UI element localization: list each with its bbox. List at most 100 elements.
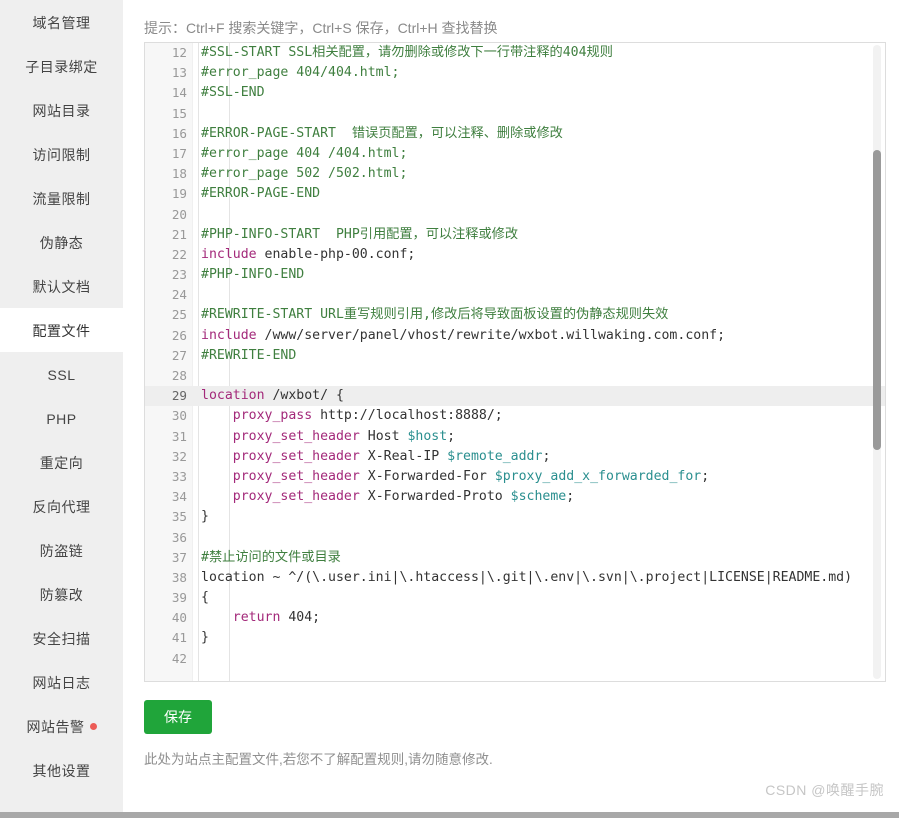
- code-line[interactable]: 30 proxy_pass http://localhost:8888/;: [145, 406, 885, 426]
- line-number: 40: [171, 610, 187, 626]
- code-line[interactable]: 27 #REWRITE-END: [145, 346, 885, 366]
- code-token-txt: X-Forwarded-Proto: [359, 489, 511, 505]
- code-line[interactable]: 33 proxy_set_header X-Forwarded-For $pro…: [145, 467, 885, 487]
- line-number: 35: [171, 509, 187, 525]
- scrollbar-thumb[interactable]: [873, 150, 881, 450]
- config-file-editor[interactable]: 12 #SSL-START SSL相关配置，请勿删除或修改下一行带注释的404规则…: [144, 42, 886, 682]
- line-number: 20: [171, 206, 187, 222]
- code-token-txt: ;: [701, 468, 710, 484]
- code-token-var: $proxy_add_x_forwarded_for: [494, 468, 702, 484]
- line-number: 34: [171, 489, 187, 505]
- sidebar-item-1[interactable]: 子目录绑定: [0, 44, 123, 88]
- line-number: 22: [171, 246, 187, 262]
- code-line[interactable]: 40 return 404;: [145, 608, 885, 628]
- settings-sidebar: 域名管理 子目录绑定 网站目录访问限制流量限制伪静态默认文档配置文件 SSL PHP 重定…: [0, 0, 123, 818]
- code-token-kw: proxy_set_header: [232, 468, 360, 484]
- sidebar-item-14[interactable]: 安全扫描: [0, 616, 123, 660]
- sidebar-item-label: 访问限制: [32, 147, 91, 164]
- code-line[interactable]: 37 #禁止访问的文件或目录: [145, 548, 885, 568]
- sidebar-item-13[interactable]: 防篡改: [0, 572, 123, 616]
- line-number: 37: [171, 549, 187, 565]
- sidebar-item-8[interactable]: SSL: [0, 352, 123, 396]
- code-token-com: #SSL-START SSL相关配置，请勿删除或修改下一行带注释的404规则: [201, 45, 613, 60]
- code-token-com: #禁止访问的文件或目录: [201, 549, 341, 565]
- code-token-txt: }: [201, 630, 209, 646]
- sidebar-item-label: 伪静态: [39, 235, 84, 252]
- bottom-bar: [0, 812, 899, 818]
- line-number: 36: [171, 529, 187, 545]
- code-line[interactable]: 21 #PHP-INFO-START PHP引用配置，可以注释或修改: [145, 225, 885, 245]
- code-line[interactable]: 16 #ERROR-PAGE-START 错误页配置，可以注释、删除或修改: [145, 124, 885, 144]
- code-token-com: #ERROR-PAGE-START 错误页配置，可以注释、删除或修改: [201, 125, 563, 141]
- sidebar-item-12[interactable]: 防盗链: [0, 528, 123, 572]
- line-number: 19: [171, 186, 187, 202]
- sidebar-item-4[interactable]: 流量限制: [0, 176, 123, 220]
- code-token-txt: X-Forwarded-For: [359, 468, 495, 484]
- line-number: 24: [171, 287, 187, 303]
- line-number: 18: [171, 166, 187, 182]
- sidebar-item-label: 流量限制: [32, 191, 91, 208]
- editor-scrollbar[interactable]: [871, 45, 883, 679]
- code-line[interactable]: 23 #PHP-INFO-END: [145, 265, 885, 285]
- code-line[interactable]: 36: [145, 528, 885, 548]
- line-number: 29: [171, 388, 187, 404]
- code-line[interactable]: 22 include enable-php-00.conf;: [145, 245, 885, 265]
- code-token-kw: location: [201, 388, 265, 404]
- code-token-kw: return: [232, 610, 281, 626]
- sidebar-item-11[interactable]: 反向代理: [0, 484, 123, 528]
- sidebar-item-10[interactable]: 重定向: [0, 440, 123, 484]
- sidebar-item-3[interactable]: 访问限制: [0, 132, 123, 176]
- code-token-txt: /www/server/panel/vhost/rewrite/wxbot.wi…: [256, 327, 726, 343]
- code-line[interactable]: 25 #REWRITE-START URL重写规则引用,修改后将导致面板设置的伪静…: [145, 305, 885, 325]
- code-line[interactable]: 39 {: [145, 588, 885, 608]
- save-button[interactable]: 保存: [144, 700, 212, 734]
- code-line[interactable]: 35}: [145, 507, 885, 527]
- code-token-com: #REWRITE-END: [201, 347, 297, 363]
- code-token-kw: proxy_set_header: [232, 428, 360, 444]
- code-line[interactable]: 12 #SSL-START SSL相关配置，请勿删除或修改下一行带注释的404规则: [145, 43, 885, 63]
- code-line[interactable]: 41}: [145, 628, 885, 648]
- code-line[interactable]: 17 #error_page 404 /404.html;: [145, 144, 885, 164]
- sidebar-item-16[interactable]: 网站告警: [0, 704, 123, 748]
- code-line[interactable]: 26 include /www/server/panel/vhost/rewrit…: [145, 326, 885, 346]
- code-line[interactable]: 31 proxy_set_header Host $host;: [145, 427, 885, 447]
- code-line[interactable]: 15: [145, 104, 885, 124]
- code-line[interactable]: 38 location ~ ^/(\.user.ini|\.htaccess|\.…: [145, 568, 885, 588]
- sidebar-item-5[interactable]: 伪静态: [0, 220, 123, 264]
- editor-code-area[interactable]: 12 #SSL-START SSL相关配置，请勿删除或修改下一行带注释的404规则…: [145, 43, 885, 669]
- line-number: 26: [171, 327, 187, 343]
- code-line[interactable]: 13 #error_page 404/404.html;: [145, 63, 885, 83]
- code-line[interactable]: 24: [145, 285, 885, 305]
- code-line[interactable]: 18 #error_page 502 /502.html;: [145, 164, 885, 184]
- code-line[interactable]: 42: [145, 649, 885, 669]
- sidebar-item-6[interactable]: 默认文档: [0, 264, 123, 308]
- code-line[interactable]: 29 location /wxbot/ {: [145, 386, 885, 407]
- line-number: 12: [171, 45, 187, 60]
- sidebar-item-0[interactable]: 域名管理: [0, 0, 123, 44]
- sidebar-item-label: 配置文件: [32, 323, 91, 340]
- code-line[interactable]: 34 proxy_set_header X-Forwarded-Proto $s…: [145, 487, 885, 507]
- code-line[interactable]: 28: [145, 366, 885, 386]
- sidebar-item-17[interactable]: 其他设置: [0, 748, 123, 792]
- sidebar-item-7[interactable]: 配置文件: [0, 308, 123, 352]
- sidebar-item-label: PHP: [46, 411, 77, 428]
- code-line[interactable]: 20: [145, 205, 885, 225]
- code-token-kw: proxy_set_header: [232, 448, 360, 464]
- sidebar-item-label: 防盗链: [39, 543, 84, 560]
- line-number: 31: [171, 428, 187, 444]
- sidebar-item-15[interactable]: 网站日志: [0, 660, 123, 704]
- code-line[interactable]: 14 #SSL-END: [145, 83, 885, 103]
- code-line[interactable]: 32 proxy_set_header X-Real-IP $remote_ad…: [145, 447, 885, 467]
- sidebar-item-9[interactable]: PHP: [0, 396, 123, 440]
- sidebar-item-2[interactable]: 网站目录: [0, 88, 123, 132]
- code-line[interactable]: 19 #ERROR-PAGE-END: [145, 184, 885, 204]
- sidebar-item-label: 网站日志: [32, 675, 91, 692]
- line-number: 39: [171, 590, 187, 606]
- code-token-txt: Host: [359, 428, 408, 444]
- editor-footer-note: 此处为站点主配置文件,若您不了解配置规则,请勿随意修改.: [144, 752, 493, 767]
- line-number: 27: [171, 347, 187, 363]
- code-token-kw: include: [201, 246, 257, 262]
